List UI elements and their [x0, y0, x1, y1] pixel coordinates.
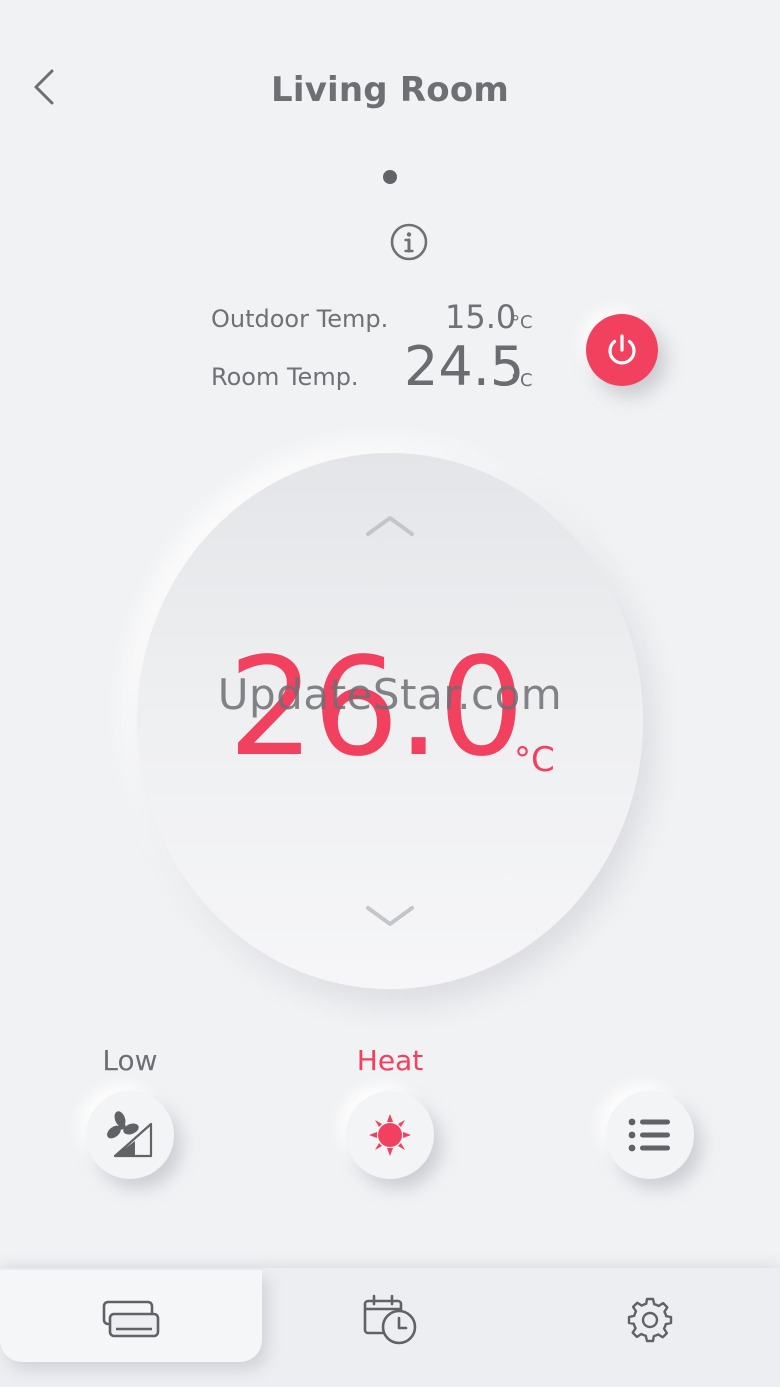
room-temp-value: 24.5 [404, 335, 525, 398]
fan-speed-label: Low [102, 1044, 158, 1077]
schedule-icon [363, 1294, 417, 1345]
nav-tab-ac-control[interactable] [96, 1290, 166, 1350]
setpoint-temp: 26.0 [228, 629, 525, 787]
power-icon [608, 334, 636, 365]
ac-unit-icon [102, 1300, 160, 1338]
temp-down-button[interactable] [362, 900, 418, 932]
outdoor-temp-unit: °C [511, 312, 533, 333]
power-button[interactable] [586, 314, 658, 386]
mode-button[interactable] [346, 1091, 434, 1179]
nav-tab-schedule[interactable] [355, 1290, 425, 1350]
outdoor-temp-label: Outdoor Temp. [211, 305, 389, 333]
outdoor-temp-value: 15.0 [445, 298, 517, 336]
nav-tab-settings[interactable] [615, 1290, 685, 1350]
page-title: Living Room [270, 70, 510, 110]
chevron-up-icon [366, 516, 414, 536]
chevron-down-icon [366, 906, 414, 926]
info-icon [390, 223, 428, 261]
setpoint-unit: °C [514, 740, 555, 780]
gear-icon [627, 1297, 673, 1343]
list-menu-icon [628, 1118, 670, 1152]
sun-heat-icon [369, 1114, 411, 1156]
room-temp-unit: °C [511, 370, 533, 391]
mode-label: Heat [356, 1044, 424, 1077]
options-menu-button[interactable] [606, 1091, 694, 1179]
thermostat-screen: Living Room Outdoor Temp. 15.0 °C Room T… [0, 0, 780, 1387]
info-button[interactable] [389, 222, 429, 262]
room-temp-label: Room Temp. [211, 363, 359, 391]
temp-up-button[interactable] [362, 510, 418, 542]
fan-speed-icon [107, 1111, 153, 1158]
page-indicator-dot[interactable] [383, 170, 397, 184]
fan-speed-button[interactable] [86, 1091, 174, 1179]
